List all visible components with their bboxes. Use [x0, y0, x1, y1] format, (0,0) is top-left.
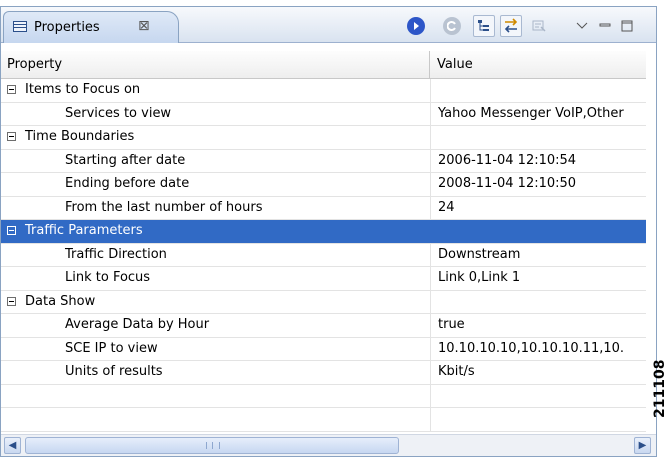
property-label: Ending before date	[65, 176, 190, 191]
play-icon	[407, 17, 425, 35]
property-label: Services to view	[65, 105, 172, 121]
table-header: Property Value	[1, 51, 646, 79]
property-cell[interactable]: Time Boundaries	[1, 126, 429, 149]
column-divider[interactable]	[429, 51, 430, 78]
value-cell[interactable]	[430, 220, 646, 243]
arrow-right-icon: ▶	[638, 440, 647, 451]
value-cell[interactable]: Yahoo Messenger VoIP,Other	[430, 102, 646, 125]
collapse-icon[interactable]	[7, 226, 16, 235]
property-row[interactable]: SCE IP to view 10.10.10.10,10.10.10.11,10…	[1, 337, 646, 361]
property-cell[interactable]: Traffic Direction	[1, 244, 429, 267]
value-cell[interactable]	[430, 290, 646, 313]
show-categories-button[interactable]	[473, 15, 495, 37]
scroll-thumb[interactable]	[25, 437, 399, 454]
collapse-icon[interactable]	[7, 296, 16, 306]
maximize-button[interactable]	[616, 15, 638, 37]
property-cell[interactable]: Starting after date	[1, 150, 429, 173]
property-label: Starting after date	[65, 152, 186, 168]
value-cell[interactable]: 24	[430, 196, 646, 219]
value-column-header[interactable]: Value	[437, 57, 473, 72]
category-label: Traffic Parameters	[25, 223, 143, 238]
property-cell[interactable]	[1, 385, 429, 408]
grip-icon	[206, 442, 220, 449]
value-cell[interactable]	[430, 408, 646, 431]
value-cell[interactable]: true	[430, 314, 646, 337]
property-label: Traffic Direction	[65, 246, 167, 262]
property-cell[interactable]: From the last number of hours	[1, 197, 429, 220]
property-row[interactable]: Ending before date 2008-11-04 12:10:50	[1, 173, 646, 197]
tab-label: Properties	[34, 20, 100, 35]
scroll-right-button[interactable]: ▶	[634, 437, 651, 454]
category-row[interactable]: Time Boundaries	[1, 126, 646, 150]
category-row[interactable]: Items to Focus on	[1, 79, 646, 103]
property-row[interactable]: Services to view Yahoo Messenger VoIP,Oth…	[1, 102, 646, 126]
property-table: Items to Focus on Services to view Yahoo M…	[1, 79, 646, 432]
properties-view: Properties ⊠ Property Value Items to Foc…	[0, 6, 657, 457]
category-label: Data Show	[25, 293, 96, 309]
property-row[interactable]	[1, 384, 646, 408]
property-row[interactable]: Link to Focus Link 0,Link 1	[1, 267, 646, 291]
property-label: Average Data by Hour	[65, 317, 210, 332]
property-label: Link to Focus	[65, 270, 151, 285]
property-label: From the last number of hours	[65, 199, 263, 215]
restore-default-button[interactable]	[528, 15, 550, 37]
filter-icon	[504, 18, 518, 33]
scroll-left-button[interactable]: ◀	[4, 437, 21, 454]
view-menu-button[interactable]	[571, 15, 593, 37]
value-cell[interactable]: 2008-11-04 12:10:50	[430, 173, 646, 196]
value-cell[interactable]	[430, 126, 646, 149]
category-row[interactable]: Data Show	[1, 290, 646, 314]
property-label: Units of results	[65, 364, 163, 379]
value-cell[interactable]: Downstream	[430, 243, 646, 266]
figure-id: 211108	[652, 359, 668, 418]
property-cell[interactable]: Services to view	[1, 103, 429, 126]
property-label: SCE IP to view	[65, 340, 158, 356]
advanced-icon	[532, 20, 546, 32]
property-row[interactable]: Traffic Direction Downstream	[1, 243, 646, 267]
category-row[interactable]: Traffic Parameters	[1, 220, 646, 244]
property-row[interactable]: Units of results Kbit/s	[1, 361, 646, 385]
properties-icon	[13, 21, 27, 32]
close-icon[interactable]: ⊠	[138, 18, 150, 34]
property-row[interactable]: Average Data by Hour true	[1, 314, 646, 338]
view-menu-icon	[576, 22, 588, 29]
value-cell[interactable]: 2006-11-04 12:10:54	[430, 149, 646, 172]
property-cell[interactable]: Data Show	[1, 291, 429, 314]
category-label: Items to Focus on	[25, 82, 141, 97]
value-cell[interactable]	[430, 384, 646, 407]
property-cell[interactable]	[1, 408, 429, 431]
horizontal-scrollbar[interactable]: ◀ ▶	[1, 434, 656, 456]
minimize-icon	[599, 23, 611, 27]
property-cell[interactable]: Traffic Parameters	[1, 220, 429, 243]
value-cell[interactable]: 10.10.10.10,10.10.10.11,10.	[430, 337, 646, 360]
tab-properties[interactable]: Properties ⊠	[3, 11, 179, 43]
property-row[interactable]: Starting after date 2006-11-04 12:10:54	[1, 149, 646, 173]
property-cell[interactable]: Items to Focus on	[1, 79, 429, 102]
show-advanced-button[interactable]	[500, 15, 522, 37]
property-cell[interactable]: SCE IP to view	[1, 338, 429, 361]
value-cell[interactable]	[430, 79, 646, 102]
property-row[interactable]: From the last number of hours 24	[1, 196, 646, 220]
collapse-icon[interactable]	[7, 132, 16, 141]
property-cell[interactable]: Ending before date	[1, 173, 429, 196]
minimize-button[interactable]	[594, 15, 616, 37]
property-row[interactable]	[1, 408, 646, 432]
property-cell[interactable]: Average Data by Hour	[1, 314, 429, 337]
maximize-icon	[621, 20, 633, 32]
category-label: Time Boundaries	[25, 129, 135, 144]
property-column-header[interactable]: Property	[7, 57, 62, 72]
tree-icon	[478, 20, 489, 31]
play-button[interactable]	[405, 15, 427, 37]
view-titlebar: Properties ⊠	[1, 7, 656, 43]
refresh-button[interactable]	[441, 15, 463, 37]
collapse-icon[interactable]	[7, 85, 16, 94]
property-cell[interactable]: Link to Focus	[1, 267, 429, 290]
refresh-icon	[443, 17, 461, 35]
property-cell[interactable]: Units of results	[1, 361, 429, 384]
arrow-left-icon: ◀	[8, 440, 17, 451]
value-cell[interactable]: Link 0,Link 1	[430, 267, 646, 290]
value-cell[interactable]: Kbit/s	[430, 361, 646, 384]
